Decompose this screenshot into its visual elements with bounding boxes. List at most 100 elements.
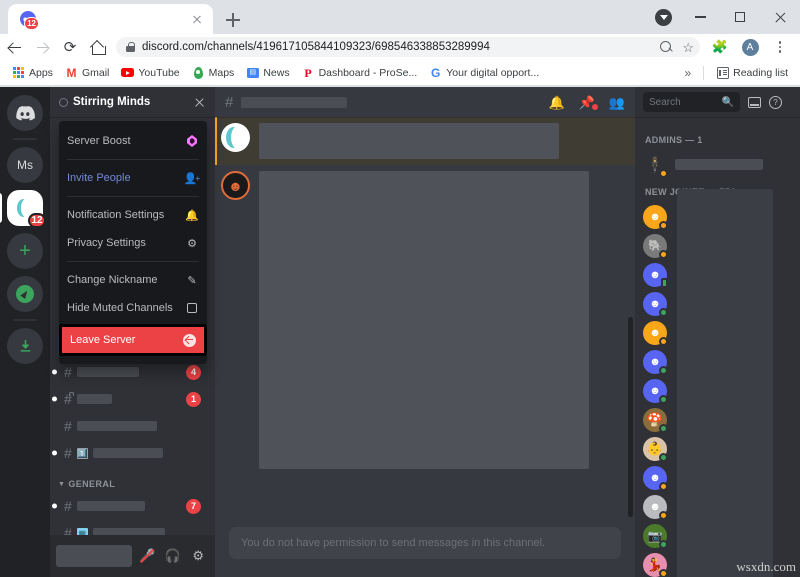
hash-icon: #: [64, 364, 72, 380]
member-list: ADMINS — 1 🕴 NEW JOINEE — 754 ☻ 🐘 ☻ ☻ ☻ …: [635, 117, 800, 577]
reading-list-button[interactable]: Reading list: [710, 63, 794, 83]
channel-item[interactable]: #: [58, 413, 207, 439]
unread-indicator: [52, 396, 57, 402]
microphone-muted-icon[interactable]: 🎤: [136, 545, 158, 567]
category-label: GENERAL: [68, 479, 116, 489]
close-window-button[interactable]: [760, 0, 800, 34]
bookmark-label: Your digital opport...: [446, 66, 540, 79]
bookmark-youtube[interactable]: YouTube: [115, 63, 185, 83]
member-name: [675, 159, 763, 170]
reload-button[interactable]: ⟳: [56, 34, 84, 60]
member-row[interactable]: 🕴: [643, 150, 792, 179]
channel-item[interactable]: # 7: [52, 493, 207, 519]
sidebar-item-server-stirring-minds[interactable]: 12: [0, 190, 46, 228]
boost-progress-icon: [59, 97, 68, 107]
address-bar[interactable]: discord.com/channels/419617105844109323/…: [116, 37, 700, 57]
forward-button[interactable]: [28, 34, 56, 60]
download-apps-button[interactable]: [7, 328, 43, 364]
members-icon[interactable]: 👥: [609, 96, 625, 109]
channel-item[interactable]: # 1️⃣: [52, 440, 207, 466]
search-input[interactable]: Search 🔍: [643, 92, 740, 112]
menu-item-notification-settings[interactable]: Notification Settings 🔔: [59, 201, 207, 229]
status-badge: [659, 423, 668, 433]
message-list: ☻: [215, 117, 635, 519]
channel-title: [241, 96, 348, 108]
reddit-avatar[interactable]: ☻: [221, 171, 250, 200]
extensions-icon[interactable]: 🧩: [706, 34, 734, 60]
status-badge: [659, 307, 668, 317]
status-badge: [659, 394, 668, 404]
message-scrollbar[interactable]: [628, 317, 633, 517]
channel-header: # 🔔 📌 👥: [215, 87, 635, 117]
minimize-button[interactable]: [680, 0, 720, 34]
channel-name: [76, 501, 145, 511]
inbox-icon: [748, 96, 761, 108]
sidebar-item-server-ms[interactable]: Ms: [7, 147, 43, 183]
rail-divider: [13, 138, 37, 140]
menu-item-hide-muted-channels[interactable]: Hide Muted Channels: [59, 294, 207, 322]
pencil-icon: ✎: [187, 274, 197, 287]
maps-icon: [192, 66, 205, 79]
avatar: 💃: [643, 552, 668, 577]
pin-icon[interactable]: 📌: [579, 96, 598, 110]
menu-item-privacy-settings[interactable]: Privacy Settings ⚙: [59, 229, 207, 257]
bookmark-label: Maps: [208, 66, 235, 79]
add-person-icon: 👤 +: [183, 172, 201, 185]
google-icon: G: [431, 65, 441, 80]
close-menu-icon[interactable]: [193, 96, 206, 109]
bookmark-label: Dashboard - ProSe...: [318, 66, 418, 79]
channel-unread-badge: 1: [186, 391, 201, 407]
browser-tab[interactable]: ●● 12: [8, 4, 213, 34]
menu-item-invite-people[interactable]: Invite People 👤 +: [59, 164, 207, 192]
menu-item-leave-server[interactable]: Leave Server: [62, 327, 204, 353]
sidebar-item-home[interactable]: [7, 95, 43, 131]
channel-emoji-icon: ▦: [76, 527, 88, 535]
chrome-menu-icon[interactable]: [766, 34, 794, 60]
bookmark-maps[interactable]: Maps: [186, 63, 241, 83]
back-button[interactable]: [0, 34, 28, 60]
help-button[interactable]: ?: [769, 95, 782, 109]
server-header[interactable]: Stirring Minds: [50, 87, 215, 117]
bookmark-digital-opportunity[interactable]: G Your digital opport...: [423, 63, 545, 83]
tab-unread-badge: 12: [24, 17, 39, 30]
channel-item[interactable]: # 1: [52, 386, 207, 412]
bookmark-dashboard[interactable]: P Dashboard - ProSe...: [296, 63, 424, 83]
bookmark-apps[interactable]: Apps: [6, 63, 59, 83]
profile-chevron-icon[interactable]: [655, 9, 672, 26]
new-tab-button[interactable]: [222, 9, 244, 31]
menu-label: Change Nickname: [67, 274, 158, 286]
inbox-button[interactable]: [748, 96, 761, 108]
browser-tabstrip: ●● 12: [0, 0, 800, 34]
headphones-icon[interactable]: 🎧: [162, 545, 184, 567]
channel-name: [92, 528, 165, 535]
user-settings-gear-icon[interactable]: ⚙: [187, 545, 209, 567]
channel-category-general[interactable]: ▼ GENERAL: [50, 467, 215, 492]
avatar: ☻: [643, 291, 668, 317]
avatar: ☻: [643, 204, 668, 230]
maximize-button[interactable]: [720, 0, 760, 34]
active-server-pill: [0, 193, 2, 223]
close-tab-icon[interactable]: [189, 11, 205, 27]
explore-servers-button[interactable]: [7, 276, 43, 312]
profile-avatar[interactable]: A: [736, 34, 764, 60]
menu-item-server-boost[interactable]: Server Boost: [59, 127, 207, 155]
bookmark-star-icon[interactable]: ☆: [682, 41, 694, 54]
watermark: wsxdn.com: [736, 559, 796, 574]
add-server-button[interactable]: +: [7, 233, 43, 269]
checkbox-icon[interactable]: [185, 301, 199, 315]
menu-label: Invite People: [67, 172, 131, 184]
youtube-icon: [121, 66, 135, 79]
current-user-name[interactable]: [56, 545, 133, 567]
bookmark-news[interactable]: ▤ News: [240, 63, 295, 83]
bookmarks-overflow-icon[interactable]: »: [678, 66, 697, 80]
moon-avatar[interactable]: [221, 123, 250, 152]
home-button[interactable]: [84, 34, 112, 60]
bell-icon[interactable]: 🔔: [548, 96, 564, 109]
message-input: You do not have permission to send messa…: [229, 527, 621, 559]
menu-divider: [67, 261, 199, 262]
zoom-out-icon[interactable]: [660, 41, 672, 53]
menu-item-change-nickname[interactable]: Change Nickname ✎: [59, 266, 207, 294]
avatar: 🕴: [643, 152, 668, 178]
bookmark-gmail[interactable]: M Gmail: [59, 63, 115, 83]
channel-item[interactable]: # ▦: [58, 520, 207, 535]
